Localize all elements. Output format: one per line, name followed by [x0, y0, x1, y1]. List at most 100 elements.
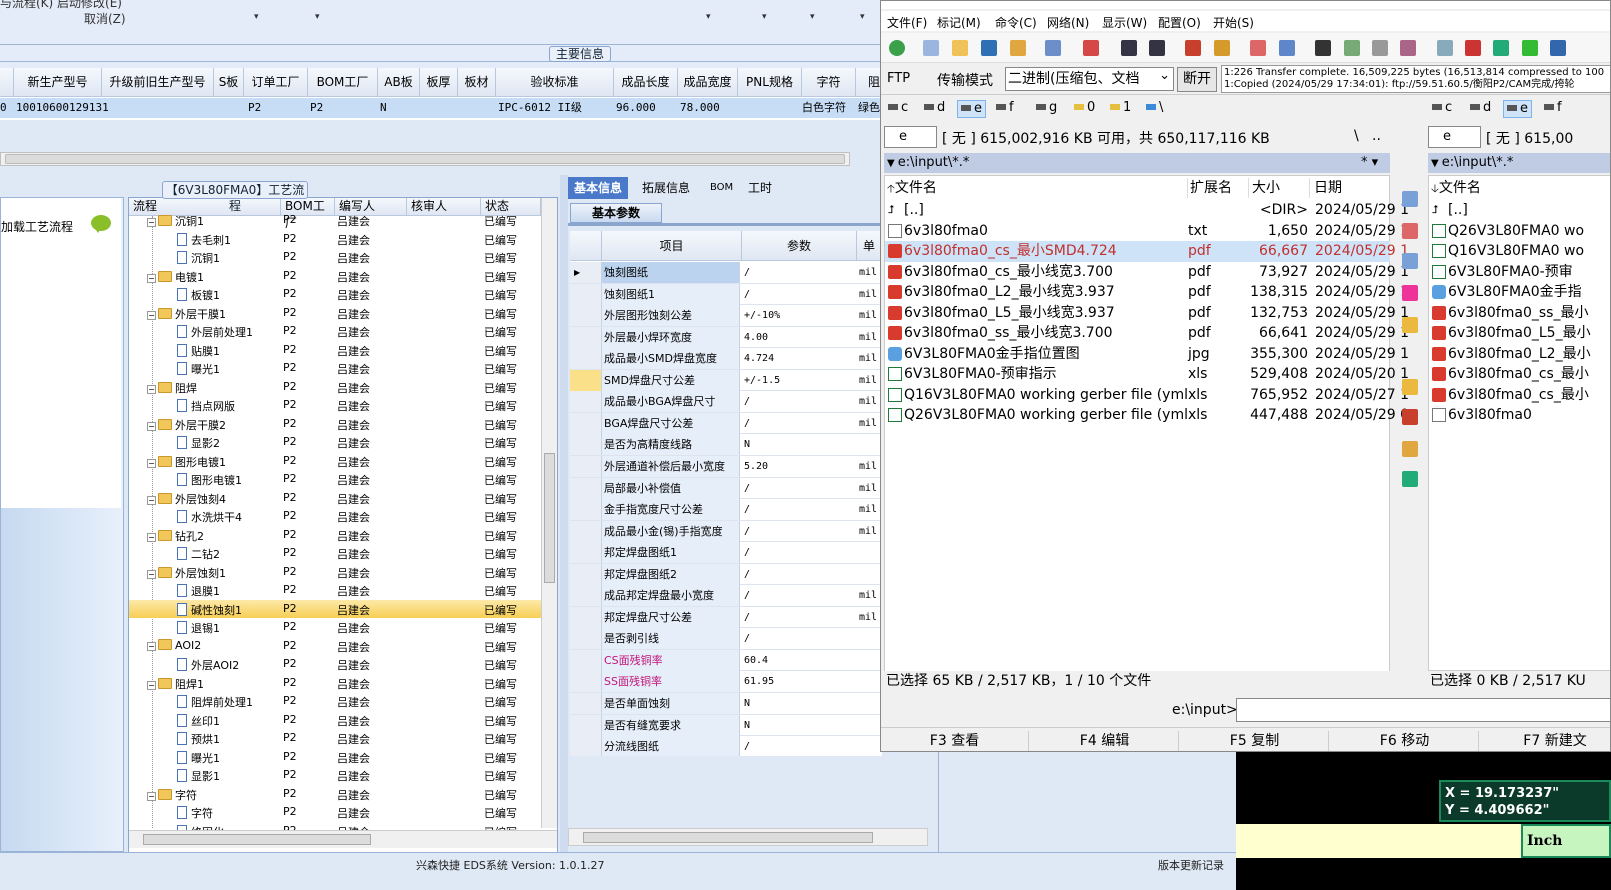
- grid-header-cell[interactable]: 项目: [602, 231, 742, 261]
- file-row[interactable]: Q26V3L80FMA0 wo: [1429, 221, 1610, 242]
- edit-icon[interactable]: [1402, 223, 1418, 239]
- file-row[interactable]: 6v3l80fma0_cs_最小: [1429, 364, 1610, 385]
- dropdown-arrow-icon[interactable]: ▾: [706, 12, 711, 22]
- collapse-icon[interactable]: −: [147, 421, 156, 431]
- tree-row[interactable]: − 钻孔2 P2 吕建会 已编写: [129, 526, 541, 545]
- tree-row[interactable]: 退膜1 P2 吕建会 已编写: [129, 581, 541, 600]
- param-value[interactable]: 5.20: [742, 456, 856, 477]
- tree-row[interactable]: − 外层蚀刻1 P2 吕建会 已编写: [129, 563, 541, 582]
- file-row[interactable]: 6V3L80FMA0金手指: [1429, 282, 1610, 303]
- grid-header-cell[interactable]: 升级前旧生产型号: [102, 68, 214, 97]
- collapse-icon[interactable]: −: [147, 569, 156, 579]
- tree-row[interactable]: 预烘1 P2 吕建会 已编写: [129, 729, 541, 748]
- tree-row[interactable]: 板镀1 P2 吕建会 已编写: [129, 285, 541, 304]
- file-row[interactable]: Q16V3L80FMA0 working gerber file (yml)2.…: [885, 385, 1409, 406]
- collapse-icon[interactable]: −: [147, 641, 156, 651]
- tree-row[interactable]: 丝印1 P2 吕建会 已编写: [129, 711, 541, 730]
- row-indicator[interactable]: [570, 283, 602, 305]
- grid-cell[interactable]: 白色字符: [802, 98, 856, 118]
- unpack-icon[interactable]: [1214, 40, 1230, 56]
- chat-bubble-icon[interactable]: [91, 215, 111, 233]
- param-value[interactable]: /: [742, 262, 856, 283]
- f6-move-button[interactable]: F6 移动: [1331, 731, 1479, 751]
- tree-row[interactable]: − 阻焊1 P2 吕建会 已编写: [129, 674, 541, 693]
- param-row[interactable]: 分流线图纸 /: [570, 736, 882, 756]
- grid-header-cell[interactable]: PNL规格: [738, 68, 802, 97]
- transfer-mode-select[interactable]: 二进制(压缩包、文档: [1005, 67, 1174, 91]
- drive-d-button[interactable]: d: [921, 100, 948, 118]
- dropdown-arrow-icon[interactable]: ▾: [254, 12, 259, 22]
- drive-g-button[interactable]: g: [1033, 100, 1060, 118]
- url-connect-icon[interactable]: [1279, 40, 1295, 56]
- grid-cell[interactable]: 0: [0, 98, 14, 118]
- row-indicator[interactable]: ▶: [570, 262, 602, 283]
- network-drive-button[interactable]: \: [1143, 100, 1166, 118]
- drive-1-button[interactable]: 1: [1107, 100, 1134, 118]
- file-row[interactable]: Q16V3L80FMA0 wo: [1429, 241, 1610, 262]
- file-row[interactable]: Q26V3L80FMA0 working gerber file (yml)2.…: [885, 405, 1409, 426]
- tree-row[interactable]: − 外层干膜2 P2 吕建会 已编写: [129, 415, 541, 434]
- collapse-icon[interactable]: −: [147, 310, 156, 320]
- row-indicator[interactable]: [570, 369, 602, 391]
- param-hscrollbar[interactable]: [568, 828, 928, 846]
- up-button[interactable]: ..: [1372, 128, 1381, 144]
- dropdown-arrow-icon[interactable]: ▾: [762, 12, 767, 22]
- search-icon[interactable]: [1315, 40, 1331, 56]
- file-row[interactable]: 6v3l80fma0_cs_最小SMD4.724 pdf 66,667 2024/05…: [885, 241, 1409, 262]
- tree-row[interactable]: − 外层蚀刻4 P2 吕建会 已编写: [129, 489, 541, 508]
- row-indicator[interactable]: [570, 628, 602, 650]
- tree-row[interactable]: − 字符 P2 吕建会 已编写: [129, 785, 541, 804]
- col-header-ext[interactable]: 扩展名: [1190, 178, 1249, 198]
- row-indicator[interactable]: [570, 434, 602, 456]
- tree-row[interactable]: 字符 P2 吕建会 已编写: [129, 803, 541, 822]
- param-row[interactable]: 外层通道补偿后最小宽度 5.20 mil: [570, 455, 882, 478]
- right-path-bar[interactable]: ▼ e:\input\*.*: [1428, 153, 1610, 173]
- file-row[interactable]: 6V3L80FMA0-预审指示 xls 529,408 2024/05/20 1: [885, 364, 1409, 385]
- dropdown-arrow-icon[interactable]: ▾: [315, 12, 320, 22]
- pack-icon[interactable]: [1185, 40, 1201, 56]
- param-value[interactable]: /: [742, 499, 856, 520]
- row-indicator[interactable]: [570, 348, 602, 370]
- folder-icon[interactable]: [1402, 379, 1418, 395]
- tree-row[interactable]: 外层前处理1 P2 吕建会 已编写: [129, 322, 541, 341]
- param-row[interactable]: 邦定焊盘尺寸公差 / mil: [570, 606, 882, 629]
- f7-newfolder-button[interactable]: F7 新建文: [1481, 731, 1610, 751]
- param-row[interactable]: 外层最小焊环宽度 4.00 mil: [570, 326, 882, 349]
- collapse-icon[interactable]: −: [147, 218, 156, 227]
- scroll-thumb[interactable]: [143, 834, 371, 845]
- tree-row[interactable]: 退锡1 P2 吕建会 已编写: [129, 618, 541, 637]
- tree-row[interactable]: 碱性蚀刻1 P2 吕建会 已编写: [129, 599, 541, 618]
- menu-net[interactable]: 网络(N): [1047, 14, 1089, 31]
- param-row[interactable]: 成品最小BGA焊盘尺寸 / mil: [570, 391, 882, 413]
- grid-header-cell[interactable]: 成品长度: [614, 68, 678, 97]
- grid-header-cell[interactable]: 订单工厂: [244, 68, 308, 97]
- dropdown-arrow-icon[interactable]: ▼: [1431, 158, 1439, 169]
- collapse-icon[interactable]: −: [147, 458, 156, 468]
- menu-start[interactable]: 开始(S): [1213, 14, 1254, 31]
- file-row[interactable]: 6v3l80fma0_ss_最小线宽3.700 pdf 66,641 2024/05/…: [885, 323, 1409, 344]
- col-header-name[interactable]: 🡡文件名: [887, 178, 1188, 198]
- param-row[interactable]: 邦定焊盘图纸1/: [570, 542, 882, 564]
- drive-c-button[interactable]: c: [1429, 100, 1455, 118]
- unit-button[interactable]: Inch: [1521, 824, 1611, 858]
- row-indicator[interactable]: [570, 542, 602, 564]
- tree-row[interactable]: 挡点网版 P2 吕建会 已编写: [129, 396, 541, 415]
- tree-row[interactable]: 曝光1 P2 吕建会 已编写: [129, 748, 541, 767]
- row-indicator[interactable]: [570, 649, 602, 671]
- order-grid-hscrollbar[interactable]: [0, 152, 850, 166]
- left-path-bar[interactable]: ▼ e:\input\*.* * ▾: [884, 153, 1390, 173]
- file-row[interactable]: 6v3l80fma0_ss_最小: [1429, 303, 1610, 324]
- f3-view-button[interactable]: F3 查看: [881, 731, 1029, 751]
- param-row[interactable]: 是否为高精度线路 N: [570, 434, 882, 456]
- version-log-link[interactable]: 版本更新记录: [1158, 857, 1224, 873]
- param-value[interactable]: 4.724: [742, 348, 856, 369]
- view-icon[interactable]: [1402, 191, 1418, 207]
- sync-dirs-icon[interactable]: [1372, 40, 1388, 56]
- tree-row[interactable]: − 电镀1 P2 吕建会 已编写: [129, 267, 541, 286]
- param-row[interactable]: 金手指宽度尺寸公差 / mil: [570, 499, 882, 521]
- grid-header-cell[interactable]: 板材: [458, 68, 496, 97]
- drive-d-button[interactable]: d: [1467, 100, 1494, 118]
- tree-row[interactable]: − 阻焊 P2 吕建会 已编写: [129, 378, 541, 397]
- root-button[interactable]: \: [1354, 128, 1359, 144]
- back-arrow-icon[interactable]: [1121, 40, 1137, 56]
